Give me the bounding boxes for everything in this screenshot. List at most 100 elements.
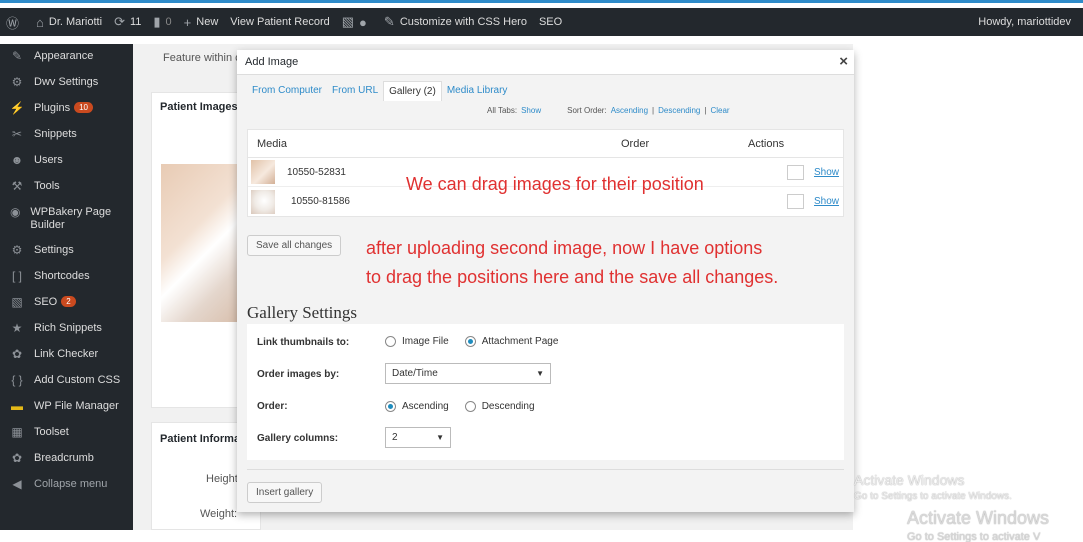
attachment-page-label: Attachment Page — [481, 336, 559, 347]
sidebar-item-collapse-menu[interactable]: ◀ Collapse menu — [0, 472, 133, 498]
sidebar-item-snippets[interactable]: ✂ Snippets — [0, 122, 133, 148]
divider — [247, 469, 844, 470]
sidebar-item-dwv-settings[interactable]: ⚙ Dwv Settings — [0, 70, 133, 96]
sidebar-item-toolset[interactable]: ▦ Toolset — [0, 420, 133, 446]
braces-icon: { } — [11, 373, 23, 387]
media-thumbnail — [251, 160, 275, 184]
tab-from-computer[interactable]: From Computer — [247, 81, 327, 101]
comments-link[interactable]: ▮ 0 — [147, 8, 177, 36]
sidebar-item-add-custom-css[interactable]: { } Add Custom CSS — [0, 368, 133, 394]
sidebar-item-label: Appearance — [34, 50, 94, 62]
sidebar-item-appearance[interactable]: ✎ Appearance — [0, 44, 133, 70]
sidebar-item-label: Snippets — [34, 128, 77, 140]
wordpress-logo-icon[interactable]: Ⓦ — [0, 8, 30, 36]
sidebar-item-shortcodes[interactable]: [ ] Shortcodes — [0, 264, 133, 290]
sidebar-item-label: Breadcrumb — [34, 452, 94, 464]
sidebar-item-label: WPBakery Page Builder — [30, 206, 112, 231]
order-images-by-select[interactable]: Date/Time ▼ — [385, 363, 551, 384]
site-name-link[interactable]: ⌂ Dr. Mariotti — [30, 8, 108, 36]
modal-tabs: From Computer From URL Gallery (2) Media… — [247, 81, 512, 101]
gallery-columns-select[interactable]: 2 ▼ — [385, 427, 451, 448]
save-all-changes-button[interactable]: Save all changes — [247, 235, 342, 256]
height-label: Height — [206, 473, 238, 485]
settings-icon: ⚙ — [11, 243, 23, 257]
insert-gallery-button[interactable]: Insert gallery — [247, 482, 323, 503]
settings-icon: ⚙ — [11, 75, 23, 89]
snippet-icon: ✂ — [11, 127, 23, 141]
link-thumbnails-group: Image File Attachment Page — [385, 336, 558, 347]
all-tabs-label: All Tabs: — [487, 106, 518, 115]
sidebar-item-seo[interactable]: ▧ SEO 2 — [0, 290, 133, 316]
feature-text: Feature within c — [163, 52, 241, 64]
sidebar-item-rich-snippets[interactable]: ★ Rich Snippets — [0, 316, 133, 342]
patient-photo[interactable] — [161, 164, 247, 322]
new-content-link[interactable]: + New — [178, 8, 225, 36]
seo-icon: ▧ — [11, 295, 23, 309]
tab-from-url[interactable]: From URL — [327, 81, 383, 101]
sidebar-item-wp-file-manager[interactable]: ▬ WP File Manager — [0, 394, 133, 420]
gallery-settings-heading: Gallery Settings — [247, 303, 358, 322]
descending-radio[interactable] — [464, 401, 476, 412]
customize-link[interactable]: ✎ Customize with CSS Hero — [378, 8, 533, 36]
view-record-link[interactable]: View Patient Record — [224, 8, 335, 36]
modal-body: From Computer From URL Gallery (2) Media… — [237, 75, 854, 512]
column-actions: Actions — [748, 137, 785, 150]
sidebar-item-users[interactable]: ☻ Users — [0, 148, 133, 174]
sort-clear-link[interactable]: Clear — [710, 106, 729, 115]
activate-windows-title: Activate Windows — [854, 472, 965, 488]
sidebar-item-breadcrumb[interactable]: ✿ Breadcrumb — [0, 446, 133, 472]
show-link[interactable]: Show — [814, 167, 839, 178]
gear-icon: ✿ — [11, 347, 23, 361]
order-images-by-value: Date/Time — [392, 368, 438, 379]
gallery-settings-panel: Link thumbnails to: Image File Attachmen… — [247, 324, 844, 460]
sidebar-item-tools[interactable]: ⚒ Tools — [0, 174, 133, 200]
order-images-by-label: Order images by: — [257, 369, 340, 380]
status-dot-icon: ● — [359, 14, 367, 30]
sort-descending-link[interactable]: Descending — [658, 106, 700, 115]
dropdown-arrow-icon: ▼ — [436, 433, 444, 442]
tab-media-library[interactable]: Media Library — [442, 81, 513, 101]
sidebar-item-label: SEO — [34, 296, 58, 308]
seo-plugin-icon[interactable]: ▧ ● — [336, 8, 378, 36]
gallery-columns-label: Gallery columns: — [257, 433, 339, 444]
count-badge: 2 — [61, 296, 76, 307]
ascending-radio[interactable] — [385, 401, 396, 412]
annotation-drag-note: We can drag images for their position — [406, 174, 704, 194]
all-tabs-show-link[interactable]: Show — [521, 106, 541, 115]
show-link[interactable]: Show — [814, 196, 839, 207]
gallery-columns-value: 2 — [392, 432, 398, 443]
sidebar-item-label: Tools — [34, 180, 60, 192]
brackets-icon: [ ] — [11, 269, 22, 283]
sort-ascending-link[interactable]: Ascending — [611, 106, 648, 115]
order-label: Order: — [257, 401, 288, 412]
sidebar-item-link-checker[interactable]: ✿ Link Checker — [0, 342, 133, 368]
tab-gallery[interactable]: Gallery (2) — [383, 81, 442, 101]
activate-windows-subtitle-2: Go to Settings to activate V — [907, 531, 1041, 542]
comment-icon: ▮ — [153, 14, 161, 29]
sidebar-item-label: Shortcodes — [34, 270, 90, 282]
sidebar-item-wpbakery-page-builder[interactable]: ◉ WPBakery Page Builder — [0, 200, 133, 238]
annotation-line-2: to drag the positions here and the save … — [366, 267, 779, 287]
sidebar-item-label: Toolset — [34, 426, 69, 438]
media-checkbox[interactable] — [787, 194, 804, 209]
account-link[interactable]: Howdy, mariottidev — [972, 8, 1083, 36]
image-file-radio[interactable] — [385, 336, 396, 347]
updates-link[interactable]: ⟳ 11 — [108, 8, 147, 36]
admin-bar-inner: Ⓦ ⌂ Dr. Mariotti ⟳ 11 ▮ 0 + New View Patient… — [0, 8, 1083, 36]
sidebar-item-plugins[interactable]: ⚡ Plugins 10 — [0, 96, 133, 122]
gear-icon: ✿ — [11, 451, 23, 465]
close-icon[interactable]: × — [839, 53, 848, 70]
patient-info-heading: Patient Informa — [160, 433, 241, 445]
media-checkbox[interactable] — [787, 164, 804, 180]
sidebar-item-settings[interactable]: ⚙ Settings — [0, 238, 133, 264]
pencil-icon: ✎ — [383, 14, 395, 29]
star-icon: ★ — [11, 321, 23, 335]
plus-icon: + — [183, 14, 192, 30]
attachment-page-radio[interactable] — [464, 336, 476, 347]
media-name: 10550-81586 — [291, 196, 350, 207]
admin-sidebar: ✎ Appearance ⚙ Dwv Settings ⚡ Plugins 10 ✂ Snipp… — [0, 44, 133, 530]
ascending-label: Ascending — [402, 401, 449, 412]
seo-link[interactable]: SEO — [533, 8, 568, 36]
plugin-icon: ⚡ — [9, 101, 25, 115]
sidebar-item-label: Dwv Settings — [34, 76, 99, 88]
